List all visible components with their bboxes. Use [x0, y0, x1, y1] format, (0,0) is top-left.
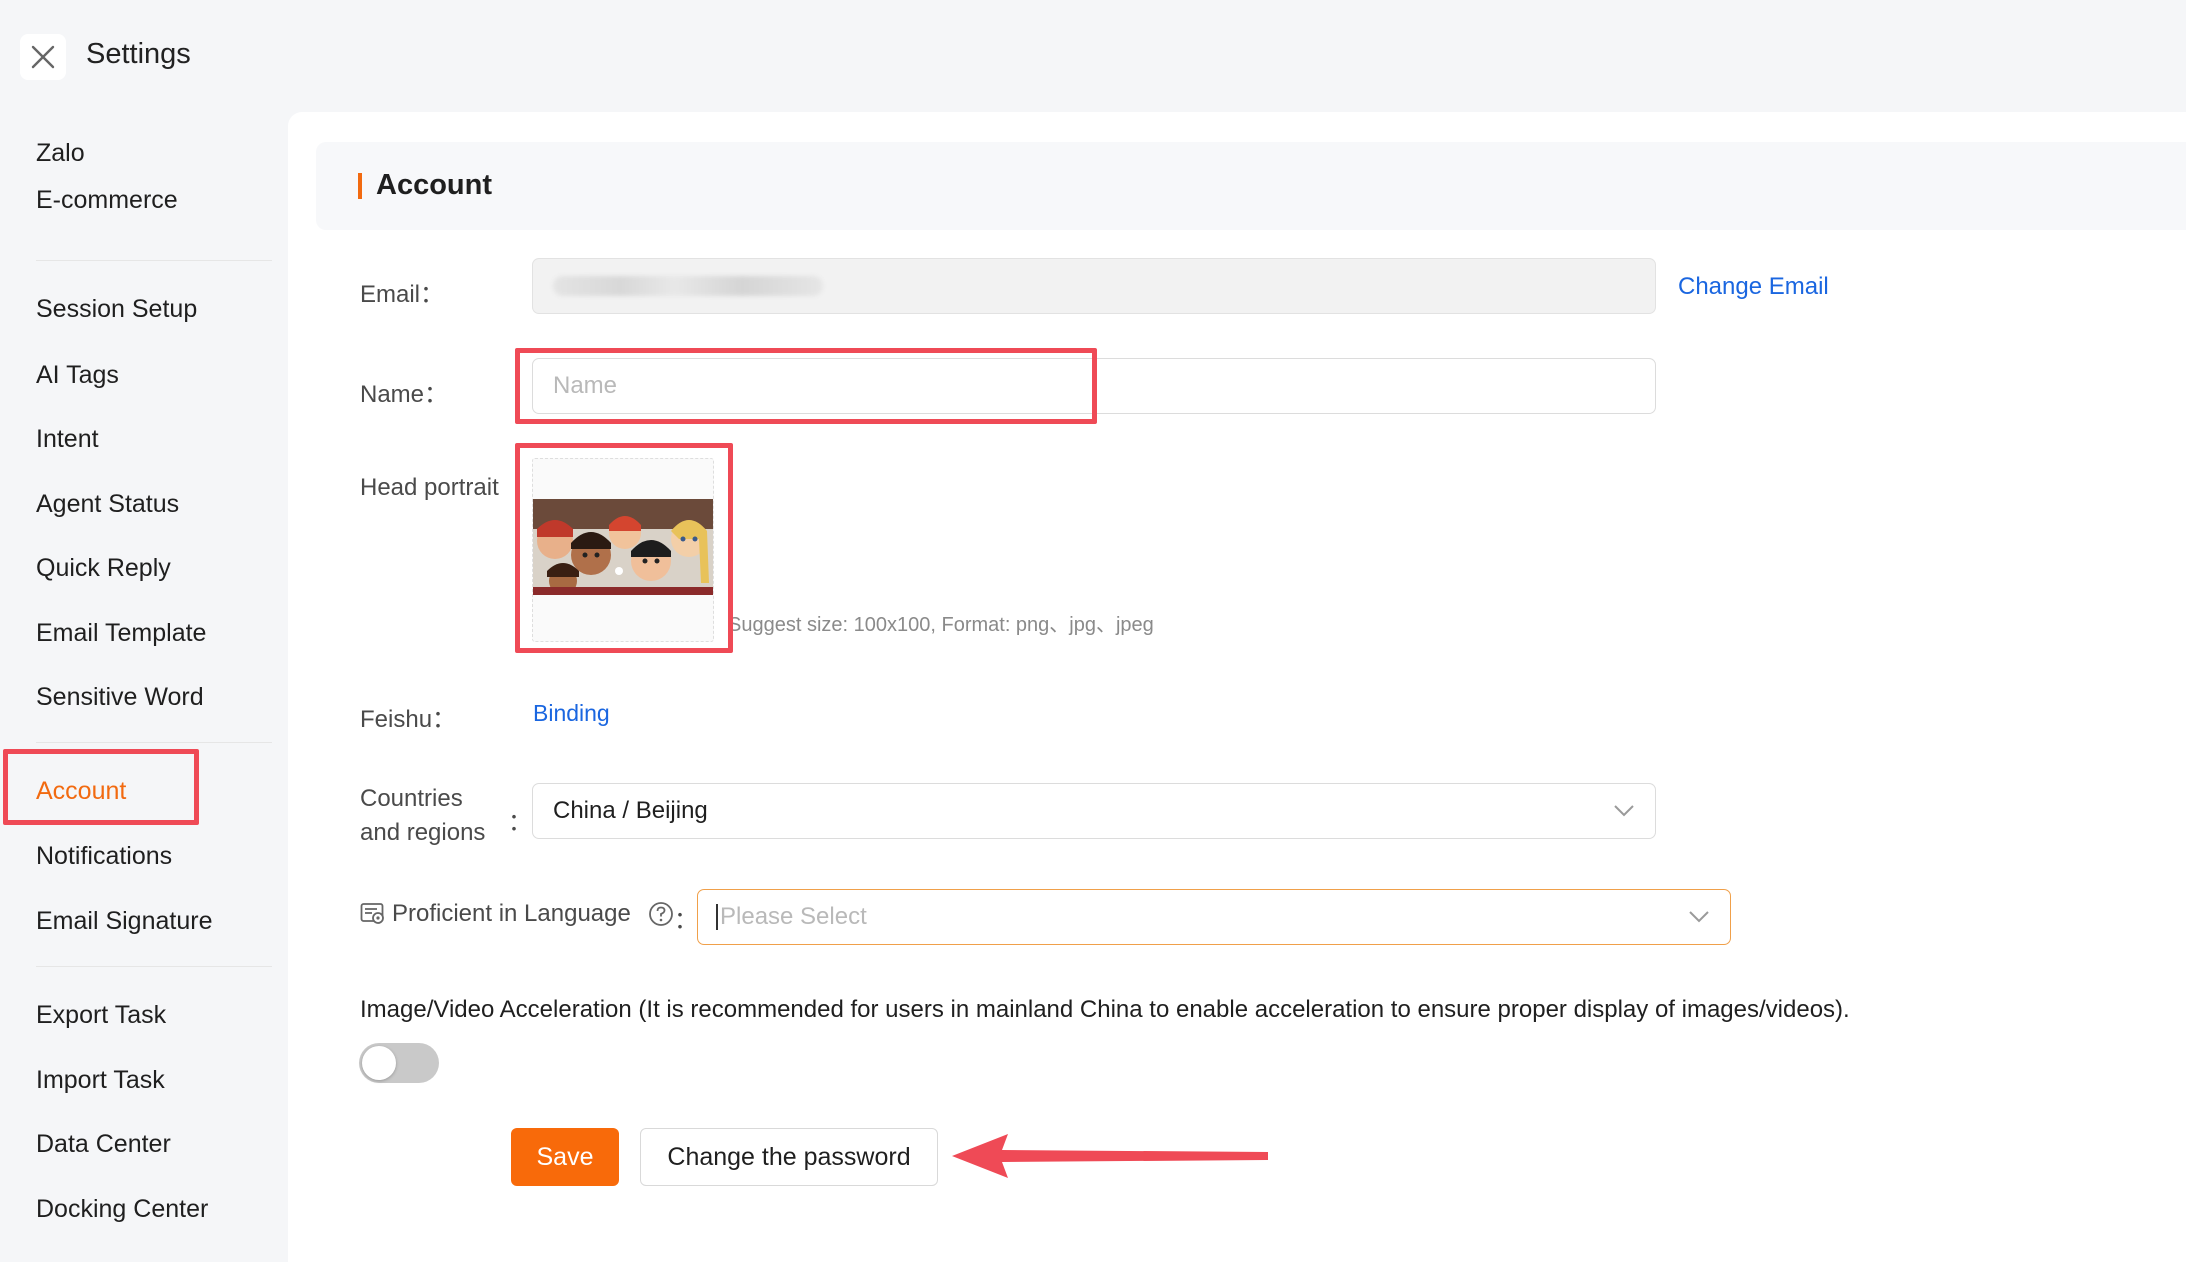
language-select[interactable]: Please Select	[697, 889, 1731, 945]
sidebar-divider	[36, 742, 272, 743]
sidebar-item-email-signature[interactable]: Email Signature	[36, 907, 212, 936]
account-settings-panel: Account Email： Change Email Name： Name H…	[288, 112, 2186, 1262]
close-icon	[31, 45, 55, 69]
section-title: Account	[376, 169, 492, 201]
toggle-knob	[362, 1046, 396, 1080]
annotation-arrow-icon	[952, 1134, 1268, 1178]
countries-value: China / Beijing	[553, 797, 708, 824]
portrait-hint: Suggest size: 100x100, Format: png、jpg、j…	[728, 614, 1154, 636]
name-label: Name：	[360, 381, 449, 408]
close-button[interactable]	[20, 34, 66, 80]
countries-label-line2: and regions	[360, 819, 486, 846]
countries-label-line1: Countries	[360, 785, 463, 812]
sidebar-item-import-task[interactable]: Import Task	[36, 1066, 165, 1095]
save-button[interactable]: Save	[511, 1128, 619, 1186]
portrait-label: Head portrait	[360, 474, 499, 501]
sidebar-item-account[interactable]: Account	[36, 777, 126, 806]
help-circle-icon[interactable]	[648, 901, 674, 927]
email-value-redacted	[553, 276, 823, 296]
text-cursor	[716, 904, 718, 930]
sidebar-item-sensitive-word[interactable]: Sensitive Word	[36, 683, 204, 712]
email-label: Email：	[360, 281, 445, 308]
sidebar-item-notifications[interactable]: Notifications	[36, 842, 172, 871]
acceleration-label: Image/Video Acceleration (It is recommen…	[360, 996, 1850, 1023]
name-input[interactable]: Name	[532, 358, 1656, 414]
sidebar-item-session-setup[interactable]: Session Setup	[36, 295, 197, 324]
avatar-image	[533, 499, 713, 595]
chevron-down-icon	[1614, 805, 1634, 817]
email-field	[532, 258, 1656, 314]
section-header: Account	[316, 142, 2186, 230]
page-title: Settings	[86, 38, 191, 70]
sidebar-item-quick-reply[interactable]: Quick Reply	[36, 554, 171, 583]
sidebar-item-export-task[interactable]: Export Task	[36, 1001, 166, 1030]
sidebar-divider	[36, 260, 272, 261]
section-accent-bar	[358, 173, 362, 199]
sidebar-item-agent-status[interactable]: Agent Status	[36, 490, 179, 519]
language-placeholder: Please Select	[720, 903, 867, 930]
settings-sidebar: Zalo E-commerce Session Setup AI Tags In…	[0, 112, 288, 1262]
change-password-button[interactable]: Change the password	[640, 1128, 938, 1186]
sidebar-item-intent[interactable]: Intent	[36, 425, 99, 454]
header: Settings	[0, 0, 2186, 112]
change-email-link[interactable]: Change Email	[1678, 273, 1829, 301]
countries-select[interactable]: China / Beijing	[532, 783, 1656, 839]
sidebar-divider	[36, 966, 272, 967]
chevron-down-icon	[1689, 911, 1709, 923]
sidebar-item-e-commerce[interactable]: E-commerce	[36, 186, 178, 215]
sidebar-item-email-template[interactable]: Email Template	[36, 619, 206, 648]
feishu-label: Feishu：	[360, 706, 457, 733]
name-placeholder: Name	[553, 372, 618, 399]
countries-label-colon: ：	[508, 809, 532, 836]
sidebar-item-zalo[interactable]: Zalo	[36, 139, 85, 168]
sidebar-item-docking-center[interactable]: Docking Center	[36, 1195, 208, 1224]
language-label: Proficient in Language	[392, 900, 631, 927]
language-settings-icon	[360, 903, 384, 924]
acceleration-toggle[interactable]	[359, 1043, 439, 1083]
sidebar-item-data-center[interactable]: Data Center	[36, 1130, 171, 1159]
sidebar-item-ai-tags[interactable]: AI Tags	[36, 361, 119, 390]
feishu-binding-link[interactable]: Binding	[533, 700, 610, 727]
avatar-upload[interactable]	[532, 458, 714, 642]
language-label-colon: ：	[674, 907, 698, 934]
